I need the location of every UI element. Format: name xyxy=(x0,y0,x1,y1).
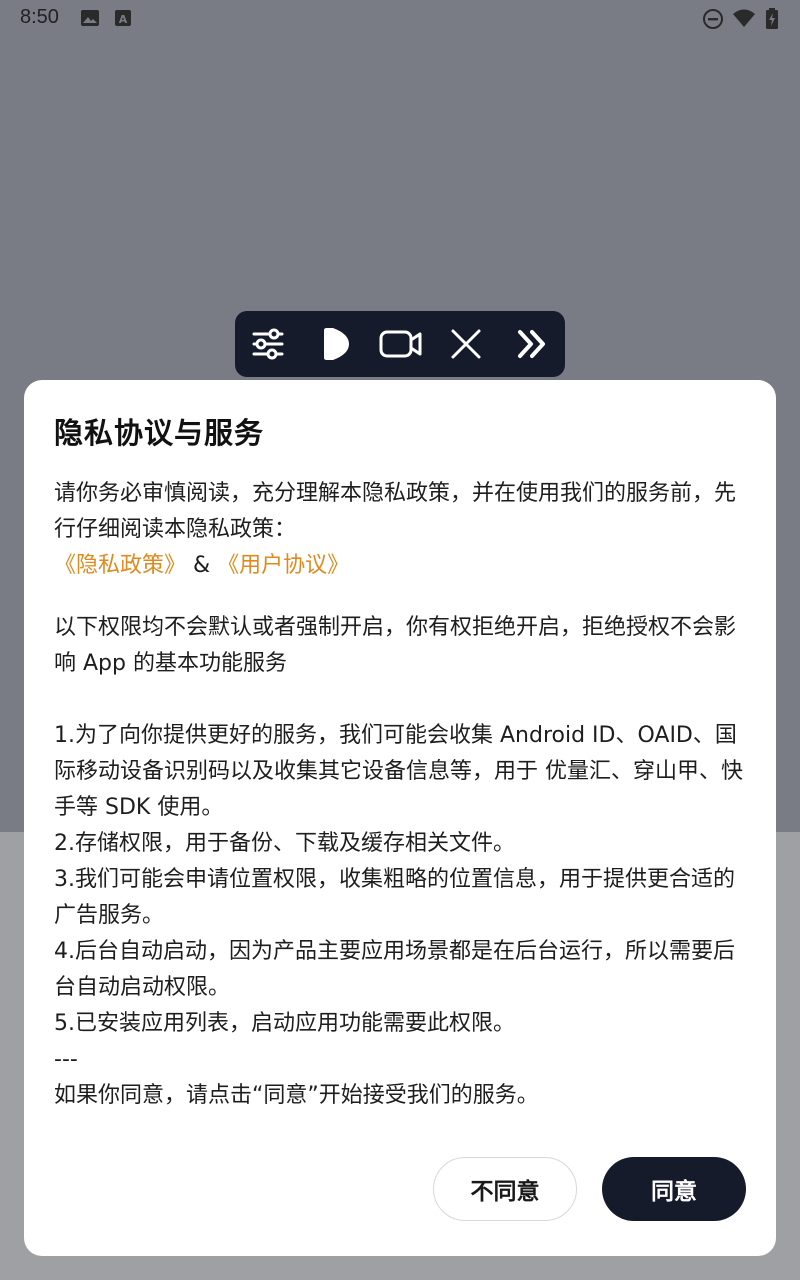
wifi-icon xyxy=(732,8,756,32)
permission-item-5: 5.已安装应用列表，启动应用功能需要此权限。 xyxy=(54,1011,515,1036)
close-icon[interactable] xyxy=(446,324,486,364)
privacy-policy-link[interactable]: 《隐私政策》 xyxy=(54,553,186,578)
ampersand: & xyxy=(193,553,211,578)
battery-charging-icon xyxy=(765,8,779,34)
floating-toolbar xyxy=(235,311,565,377)
image-icon xyxy=(80,8,100,32)
closing-text: 如果你同意，请点击“同意”开始接受我们的服务。 xyxy=(54,1083,539,1108)
privacy-dialog: 隐私协议与服务 请你务必审慎阅读，充分理解本隐私政策，并在使用我们的服务前，先行… xyxy=(24,380,776,1256)
permission-item-4: 4.后台自动启动，因为产品主要应用场景都是在后台运行，所以需要后台自动启动权限。 xyxy=(54,939,735,1000)
status-time: 8:50 xyxy=(20,6,59,28)
font-icon: A xyxy=(114,8,132,32)
policy-links: 《隐私政策》 & 《用户协议》 xyxy=(54,548,754,584)
separator: --- xyxy=(54,1047,78,1072)
sliders-icon[interactable] xyxy=(248,324,288,364)
svg-text:A: A xyxy=(119,13,128,26)
dialog-content: 请你务必审慎阅读，充分理解本隐私政策，并在使用我们的服务前，先行仔细阅读本隐私政… xyxy=(54,476,754,1114)
permission-note: 以下权限均不会默认或者强制开启，你有权拒绝开启，拒绝授权不会影响 App 的基本… xyxy=(54,615,737,676)
disagree-button[interactable]: 不同意 xyxy=(433,1157,577,1221)
user-agreement-link[interactable]: 《用户协议》 xyxy=(217,553,349,578)
permission-item-3: 3.我们可能会申请位置权限，收集粗略的位置信息，用于提供更合适的广告服务。 xyxy=(54,867,735,928)
do-not-disturb-icon xyxy=(702,8,724,34)
fast-forward-icon[interactable] xyxy=(512,324,552,364)
dialog-title: 隐私协议与服务 xyxy=(54,416,265,450)
video-camera-icon[interactable] xyxy=(379,324,422,364)
status-bar: 8:50 A xyxy=(0,0,800,36)
agree-button[interactable]: 同意 xyxy=(602,1157,746,1221)
play-icon[interactable] xyxy=(315,324,355,364)
intro-text: 请你务必审慎阅读，充分理解本隐私政策，并在使用我们的服务前，先行仔细阅读本隐私政… xyxy=(54,481,737,542)
permission-item-1: 1.为了向你提供更好的服务，我们可能会收集 Android ID、OAID、国际… xyxy=(54,723,743,820)
permission-item-2: 2.存储权限，用于备份、下载及缓存相关文件。 xyxy=(54,831,515,856)
